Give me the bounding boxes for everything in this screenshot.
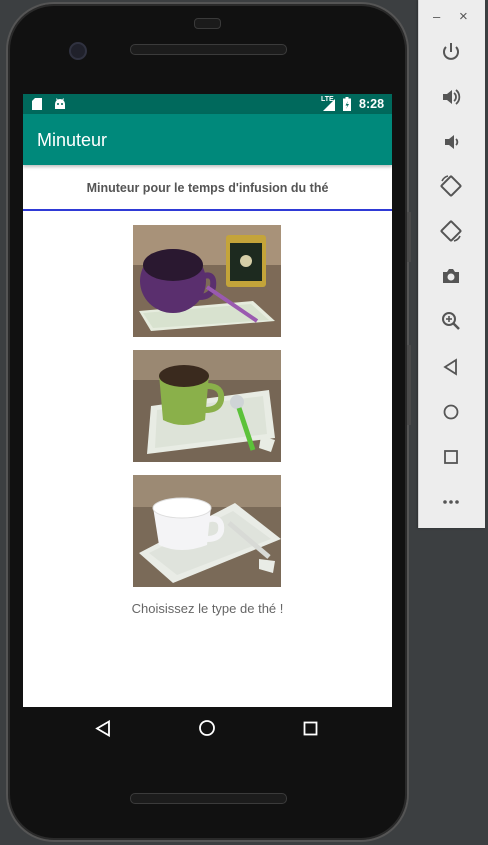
status-bar: LTE 8:28	[23, 94, 392, 114]
home-circle-icon	[443, 404, 459, 420]
top-speaker-grille	[130, 44, 287, 55]
phone-screen: LTE 8:28 Minuteur Minuteur pour le temps…	[23, 94, 392, 707]
screenshot-button[interactable]	[437, 262, 465, 290]
back-button[interactable]	[437, 353, 465, 381]
screen-subtitle: Minuteur pour le temps d'infusion du thé	[86, 181, 329, 195]
front-camera	[69, 42, 87, 60]
android-icon	[55, 98, 65, 109]
nav-overview-icon[interactable]	[303, 721, 318, 736]
white-cup-photo	[133, 475, 281, 587]
rotate-left-icon	[440, 175, 462, 197]
phone-volume-rocker	[407, 345, 411, 425]
volume-up-icon	[443, 89, 461, 105]
bottom-speaker-grille	[130, 793, 287, 804]
choose-tea-prompt: Choisissez le type de thé !	[131, 601, 284, 616]
more-dots-icon	[443, 500, 459, 504]
green-cup-photo	[133, 350, 281, 462]
emulator-toolbar: – ×	[418, 0, 485, 528]
minimize-button[interactable]: –	[433, 10, 440, 24]
rotate-left-button[interactable]	[437, 172, 465, 200]
rotate-right-button[interactable]	[437, 217, 465, 245]
divider-line	[23, 209, 392, 211]
app-title: Minuteur	[37, 130, 108, 150]
earpiece-slot	[194, 18, 221, 29]
overview-button[interactable]	[437, 443, 465, 471]
overview-square-icon	[444, 450, 458, 464]
signal-icon	[323, 99, 335, 111]
volume-down-button[interactable]	[437, 128, 465, 156]
green-cup-tea-image[interactable]	[133, 350, 281, 462]
close-button[interactable]: ×	[459, 9, 468, 24]
volume-up-button[interactable]	[437, 83, 465, 111]
phone-side-button	[407, 212, 411, 262]
purple-cup-photo	[133, 225, 281, 337]
more-button[interactable]	[437, 488, 465, 516]
zoom-icon	[442, 312, 460, 330]
sd-card-icon	[32, 98, 42, 110]
app-bar: Minuteur	[23, 114, 392, 165]
purple-cup-tea-image[interactable]	[133, 225, 281, 337]
back-triangle-icon	[443, 358, 457, 376]
battery-charging-icon	[343, 97, 351, 111]
white-cup-tea-image[interactable]	[133, 475, 281, 587]
rotate-right-icon	[440, 220, 462, 242]
power-button[interactable]	[437, 38, 465, 66]
nav-home-icon[interactable]	[198, 719, 216, 737]
nav-back-icon[interactable]	[95, 720, 111, 737]
zoom-button[interactable]	[437, 307, 465, 335]
volume-down-icon	[445, 135, 459, 149]
clock: 8:28	[359, 97, 385, 111]
camera-icon	[443, 269, 459, 283]
home-button[interactable]	[437, 398, 465, 426]
power-icon	[443, 43, 459, 60]
